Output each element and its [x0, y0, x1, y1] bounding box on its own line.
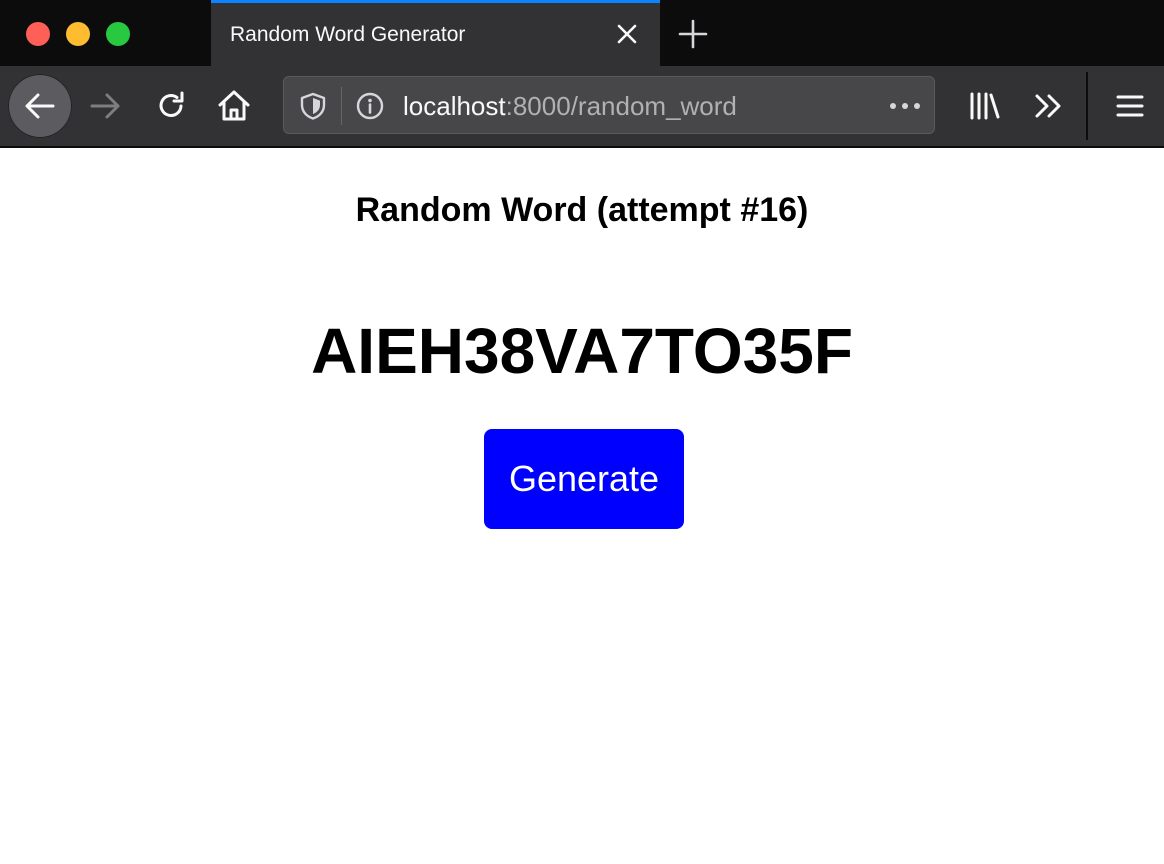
navigation-toolbar: localhost:8000/random_word	[0, 66, 1164, 148]
address-bar[interactable]: localhost:8000/random_word	[283, 76, 935, 134]
page-content: Random Word (attempt #16) AIEH38VA7TO35F…	[0, 148, 1164, 864]
minimize-window-button[interactable]	[66, 22, 90, 46]
tab-strip: Random Word Generator	[0, 0, 1164, 66]
active-tab[interactable]: Random Word Generator	[211, 0, 660, 66]
address-bar-divider	[341, 87, 342, 125]
forward-button[interactable]	[84, 84, 128, 128]
url-host: localhost	[403, 91, 506, 121]
back-button[interactable]	[8, 74, 72, 138]
library-button[interactable]	[962, 84, 1006, 128]
app-menu-button[interactable]	[1108, 84, 1152, 128]
toolbar-divider	[1086, 72, 1088, 140]
page-title: Random Word (attempt #16)	[355, 191, 809, 229]
tab-title: Random Word Generator	[230, 23, 466, 46]
generate-button[interactable]: Generate	[484, 429, 684, 529]
arrow-left-icon	[23, 89, 57, 123]
reload-button[interactable]	[149, 84, 193, 128]
home-icon	[216, 88, 252, 124]
random-word: AIEH38VA7TO35F	[311, 315, 853, 387]
url-text[interactable]: localhost:8000/random_word	[403, 91, 737, 121]
browser-window: Random Word Generator localhost:8000/ran…	[0, 0, 1164, 864]
url-path: :8000/random_word	[505, 91, 737, 121]
home-button[interactable]	[212, 84, 256, 128]
hamburger-icon	[1112, 88, 1148, 124]
reload-icon	[153, 88, 189, 124]
close-icon[interactable]	[614, 21, 640, 47]
shield-icon[interactable]	[300, 92, 326, 120]
arrow-right-icon	[88, 89, 124, 123]
zoom-window-button[interactable]	[106, 22, 130, 46]
library-icon	[966, 88, 1002, 124]
overflow-menu-button[interactable]	[1026, 84, 1070, 128]
info-icon[interactable]	[356, 92, 384, 120]
ellipsis-icon[interactable]	[888, 91, 922, 121]
close-window-button[interactable]	[26, 22, 50, 46]
plus-icon[interactable]	[677, 18, 709, 50]
double-chevron-icon	[1030, 88, 1066, 124]
